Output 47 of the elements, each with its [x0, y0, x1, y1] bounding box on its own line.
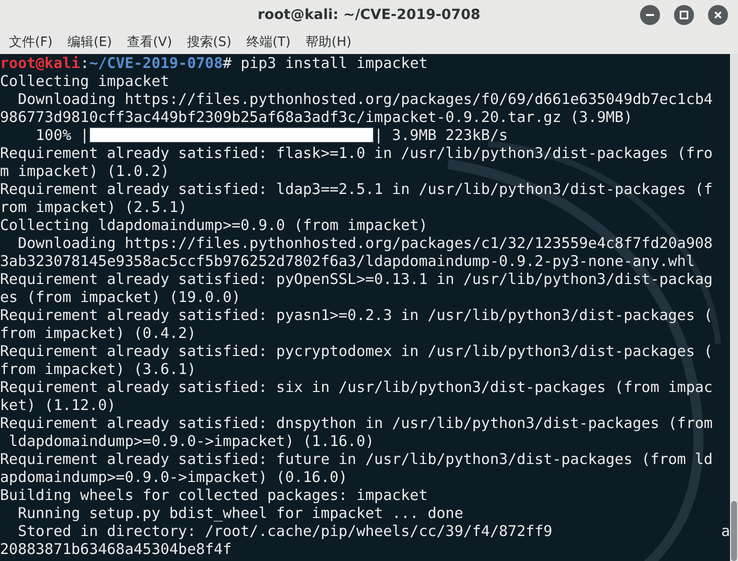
output-line: a	[721, 523, 730, 541]
output-line: Requirement already satisfied: six in /usr/lib/python3/dist-packages (from impac	[0, 379, 713, 397]
output-line: Collecting ldapdomaindump>=0.9.0 (from impacket)	[0, 217, 428, 235]
output-line: Requirement already satisfied: future in /usr/lib/python3/dist-packages (from ld	[0, 451, 713, 469]
output-line: Requirement already satisfied: pyasn1>=0.2.3 in /usr/lib/python3/dist-packages (	[0, 307, 713, 325]
menu-item[interactable]: 文件(F)	[2, 33, 61, 51]
close-button[interactable]	[708, 5, 728, 25]
output-line: Downloading https://files.pythonhosted.org/packages/f0/69/d661e635049db7ec1cb4	[16, 91, 713, 109]
menu-item[interactable]: 终端(T)	[239, 33, 299, 51]
minimize-button[interactable]	[640, 5, 660, 25]
output-line: Requirement already satisfied: dnspython in /usr/lib/python3/dist-packages (from	[0, 415, 713, 433]
close-icon	[713, 10, 723, 20]
menu-item[interactable]: 帮助(H)	[298, 33, 360, 51]
output-line: 986773d9810cff3ac449bf2309b25af68a3adf3c/impacket-0.9.20.tar.gz (3.9MB)	[0, 109, 633, 127]
prompt-separator: :	[80, 55, 90, 72]
output-line: 3ab323078145e9358ac5ccf5b976252d7802f6a3/ldapdomaindump-0.9.2-py3-none-any.whl	[0, 253, 695, 271]
scrollbar[interactable]	[730, 54, 738, 561]
output-line: from impacket) (0.4.2)	[0, 325, 196, 343]
window-title: root@kali: ~/CVE-2019-0708	[258, 7, 480, 23]
output-line: 20883871b63468a45304be8f4f	[0, 541, 232, 559]
menu-item[interactable]: 查看(V)	[120, 33, 180, 51]
maximize-button[interactable]	[674, 5, 694, 25]
output-line: Downloading https://files.pythonhosted.org/packages/c1/32/123559e4c8f7fd20a908	[16, 235, 713, 253]
output-line: Requirement already satisfied: pycryptodomex in /usr/lib/python3/dist-packages (	[0, 343, 713, 361]
output-line: Collecting impacket	[0, 73, 170, 91]
output-line: Stored in directory: /root/.cache/pip/wheels/cc/39/f4/872ff9	[16, 523, 552, 541]
progress-speed: | 3.9MB 223kB/s	[374, 127, 508, 144]
output-line: Requirement already satisfied: ldap3==2.5.1 in /usr/lib/python3/dist-packages (f	[0, 181, 713, 199]
output-line: rom impacket) (2.5.1)	[0, 199, 188, 217]
prompt-user: root@kali	[0, 55, 80, 72]
scrollbar-thumb[interactable]	[731, 501, 737, 561]
output-line: Running setup.py bdist_wheel for impacket ... done	[16, 505, 464, 523]
menu-item[interactable]: 搜索(S)	[180, 33, 240, 51]
output-line: ket) (1.12.0)	[0, 397, 116, 415]
output-line: es (from impacket) (19.0.0)	[0, 289, 241, 307]
command-text: # pip3 install impacket	[222, 55, 428, 72]
output-line: Requirement already satisfied: flask>=1.0 in /usr/lib/python3/dist-packages (fro	[0, 145, 713, 163]
output-line: m impacket) (1.0.2)	[0, 163, 170, 181]
output-line: ldapdomaindump>=0.9.0->impacket) (1.16.0)	[8, 433, 374, 451]
output-line: from impacket) (3.6.1)	[0, 361, 196, 379]
output-line: Building wheels for collected packages: impacket	[0, 487, 428, 505]
output-line: Requirement already satisfied: pyOpenSSL>=0.13.1 in /usr/lib/python3/dist-packag	[0, 271, 713, 289]
progress-percent: 100% |	[34, 127, 90, 144]
menu-item[interactable]: 编辑(E)	[60, 33, 120, 51]
maximize-icon	[679, 10, 689, 20]
output-line: apdomaindump>=0.9.0->impacket) (0.16.0)	[0, 469, 348, 487]
prompt-path: ~/CVE-2019-0708	[89, 55, 223, 72]
